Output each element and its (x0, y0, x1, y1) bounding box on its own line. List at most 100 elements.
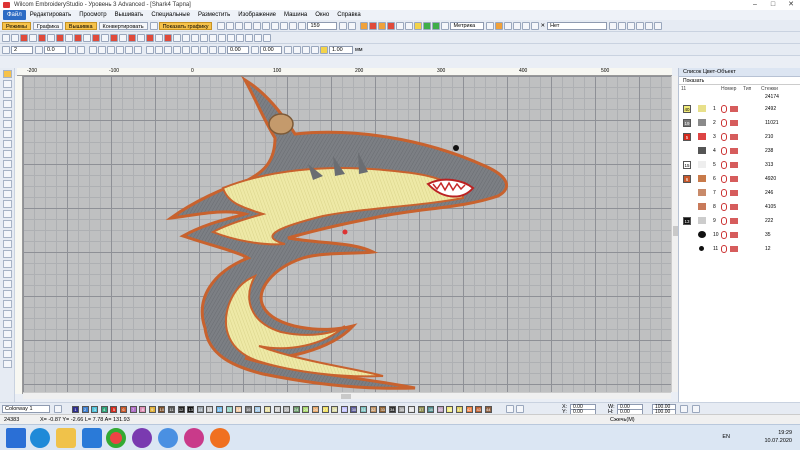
extra-tool-icon[interactable] (2, 360, 12, 368)
wilcom-icon[interactable] (210, 428, 230, 448)
chrome-icon[interactable] (106, 428, 126, 448)
show-graphic-button[interactable]: Показать графику (158, 21, 213, 30)
thread-swatch[interactable]: 23 (283, 406, 291, 413)
width-icon[interactable] (302, 45, 310, 54)
cross-icon[interactable] (110, 33, 118, 42)
rotate-icon[interactable] (2, 45, 10, 54)
menu-image[interactable]: Изображение (234, 10, 280, 20)
thread-swatch[interactable]: 34 (388, 406, 396, 413)
spacing-icon[interactable] (284, 45, 292, 54)
copy-icon[interactable] (262, 21, 271, 30)
highlight-icon[interactable] (414, 21, 423, 30)
input-b-icon[interactable] (2, 110, 12, 118)
tool-c-icon[interactable] (627, 21, 636, 30)
comp-icon[interactable] (182, 33, 190, 42)
open-icon[interactable] (226, 21, 235, 30)
palette-scroll-icon[interactable] (516, 405, 524, 413)
tab-graphics[interactable]: Графика (32, 21, 63, 30)
thread-swatch[interactable]: 32 (369, 406, 377, 413)
align-center-icon[interactable] (98, 45, 106, 54)
thread-swatch[interactable]: 43 (475, 406, 483, 413)
tab-embroidery[interactable]: Вышивка (64, 21, 97, 30)
thread-swatch[interactable]: 22 (273, 406, 281, 413)
angle-icon[interactable] (200, 33, 208, 42)
tool-f-icon[interactable] (654, 21, 663, 30)
appliq2-tool-icon[interactable] (2, 350, 12, 358)
minimize-button[interactable]: – (746, 0, 764, 10)
globe-icon[interactable] (432, 21, 441, 30)
outline-icon[interactable] (29, 33, 37, 42)
thread-swatch[interactable]: 6 (120, 406, 127, 413)
menu-arrange[interactable]: Разместить (194, 10, 234, 20)
travel-icon[interactable] (522, 21, 531, 30)
thread-swatch[interactable]: 2 (81, 406, 89, 413)
unlock-icon[interactable] (173, 45, 181, 54)
align-right-icon[interactable] (107, 45, 115, 54)
ie-icon[interactable] (30, 428, 50, 448)
chenille-icon[interactable] (119, 33, 127, 42)
thread-swatch[interactable]: 26 (312, 406, 319, 413)
tool-b-icon[interactable] (618, 21, 627, 30)
zoom-out-icon[interactable] (348, 21, 357, 30)
thread-swatch[interactable]: 31 (360, 406, 367, 413)
tool-e-icon[interactable] (645, 21, 654, 30)
sequin-icon[interactable] (128, 33, 136, 42)
list-item[interactable]: 5 3 210 (679, 130, 800, 144)
select-tool-icon[interactable] (2, 70, 12, 78)
digitize-tool-icon[interactable] (2, 90, 12, 98)
front-icon[interactable] (182, 45, 190, 54)
applique-icon[interactable] (74, 33, 82, 42)
trim2-icon[interactable] (254, 33, 262, 42)
size-input[interactable]: 1.00 (329, 45, 353, 54)
close-button[interactable]: ✕ (782, 0, 800, 10)
palette-edit-icon[interactable] (506, 405, 514, 413)
check-icon[interactable] (423, 21, 432, 30)
cut-icon[interactable] (253, 21, 262, 30)
grid-icon[interactable] (405, 21, 414, 30)
language-indicator[interactable]: EN (722, 434, 730, 440)
align-left-icon[interactable] (89, 45, 97, 54)
thread-swatch[interactable]: 37 (417, 406, 425, 413)
fill-icon[interactable] (20, 33, 28, 42)
print-icon[interactable] (244, 21, 253, 30)
brush-icon[interactable] (378, 21, 387, 30)
thread-swatch[interactable]: 14 (196, 406, 204, 413)
tab-show[interactable]: Показать (679, 77, 708, 84)
scale-input[interactable]: 0.00 (260, 45, 282, 54)
horizontal-scrollbar[interactable] (23, 392, 671, 399)
thread-swatch[interactable]: 18 (235, 406, 243, 413)
stitch-type-icon[interactable] (513, 21, 522, 30)
paste-icon[interactable] (271, 21, 280, 30)
thread-swatch[interactable]: 7 (129, 406, 137, 413)
thread-swatch[interactable]: 29 (340, 406, 348, 413)
fill-tool-icon[interactable] (2, 130, 12, 138)
zoom-input[interactable]: 159 (307, 21, 338, 30)
input-c-icon[interactable] (2, 120, 12, 128)
media-icon[interactable] (82, 428, 102, 448)
lock-icon[interactable] (504, 21, 513, 30)
sequence-icon[interactable] (236, 33, 244, 42)
tatami-icon[interactable] (56, 33, 64, 42)
colorway-select[interactable]: Colorway 1 (2, 405, 50, 413)
length-icon[interactable] (293, 45, 301, 54)
thread-swatch[interactable]: 5 (110, 406, 118, 413)
viber-icon[interactable] (132, 428, 152, 448)
menu-special[interactable]: Специальные (147, 10, 194, 20)
trace-tool-icon[interactable] (2, 270, 12, 278)
apply-icon[interactable] (692, 405, 700, 413)
offset-input[interactable]: 0.0 (44, 45, 66, 54)
menu-machine[interactable]: Машина (280, 10, 311, 20)
menu-window[interactable]: Окно (311, 10, 333, 20)
palette-menu-icon[interactable] (54, 405, 62, 413)
tie-icon[interactable] (155, 33, 163, 42)
thread-swatch[interactable]: 35 (398, 406, 406, 413)
merge-icon[interactable] (218, 33, 226, 42)
cross-tool-icon[interactable] (2, 320, 12, 328)
menu-view[interactable]: Просмотр (75, 10, 110, 20)
star-tool-icon[interactable] (2, 220, 12, 228)
run-tool-icon[interactable] (2, 160, 12, 168)
tab-convert[interactable]: Конвертировать (98, 21, 148, 30)
thread-swatch[interactable]: 8 (139, 406, 147, 413)
thread-swatch[interactable]: 40 (446, 406, 454, 413)
list-item[interactable]: 19 2 11021 (679, 116, 800, 130)
